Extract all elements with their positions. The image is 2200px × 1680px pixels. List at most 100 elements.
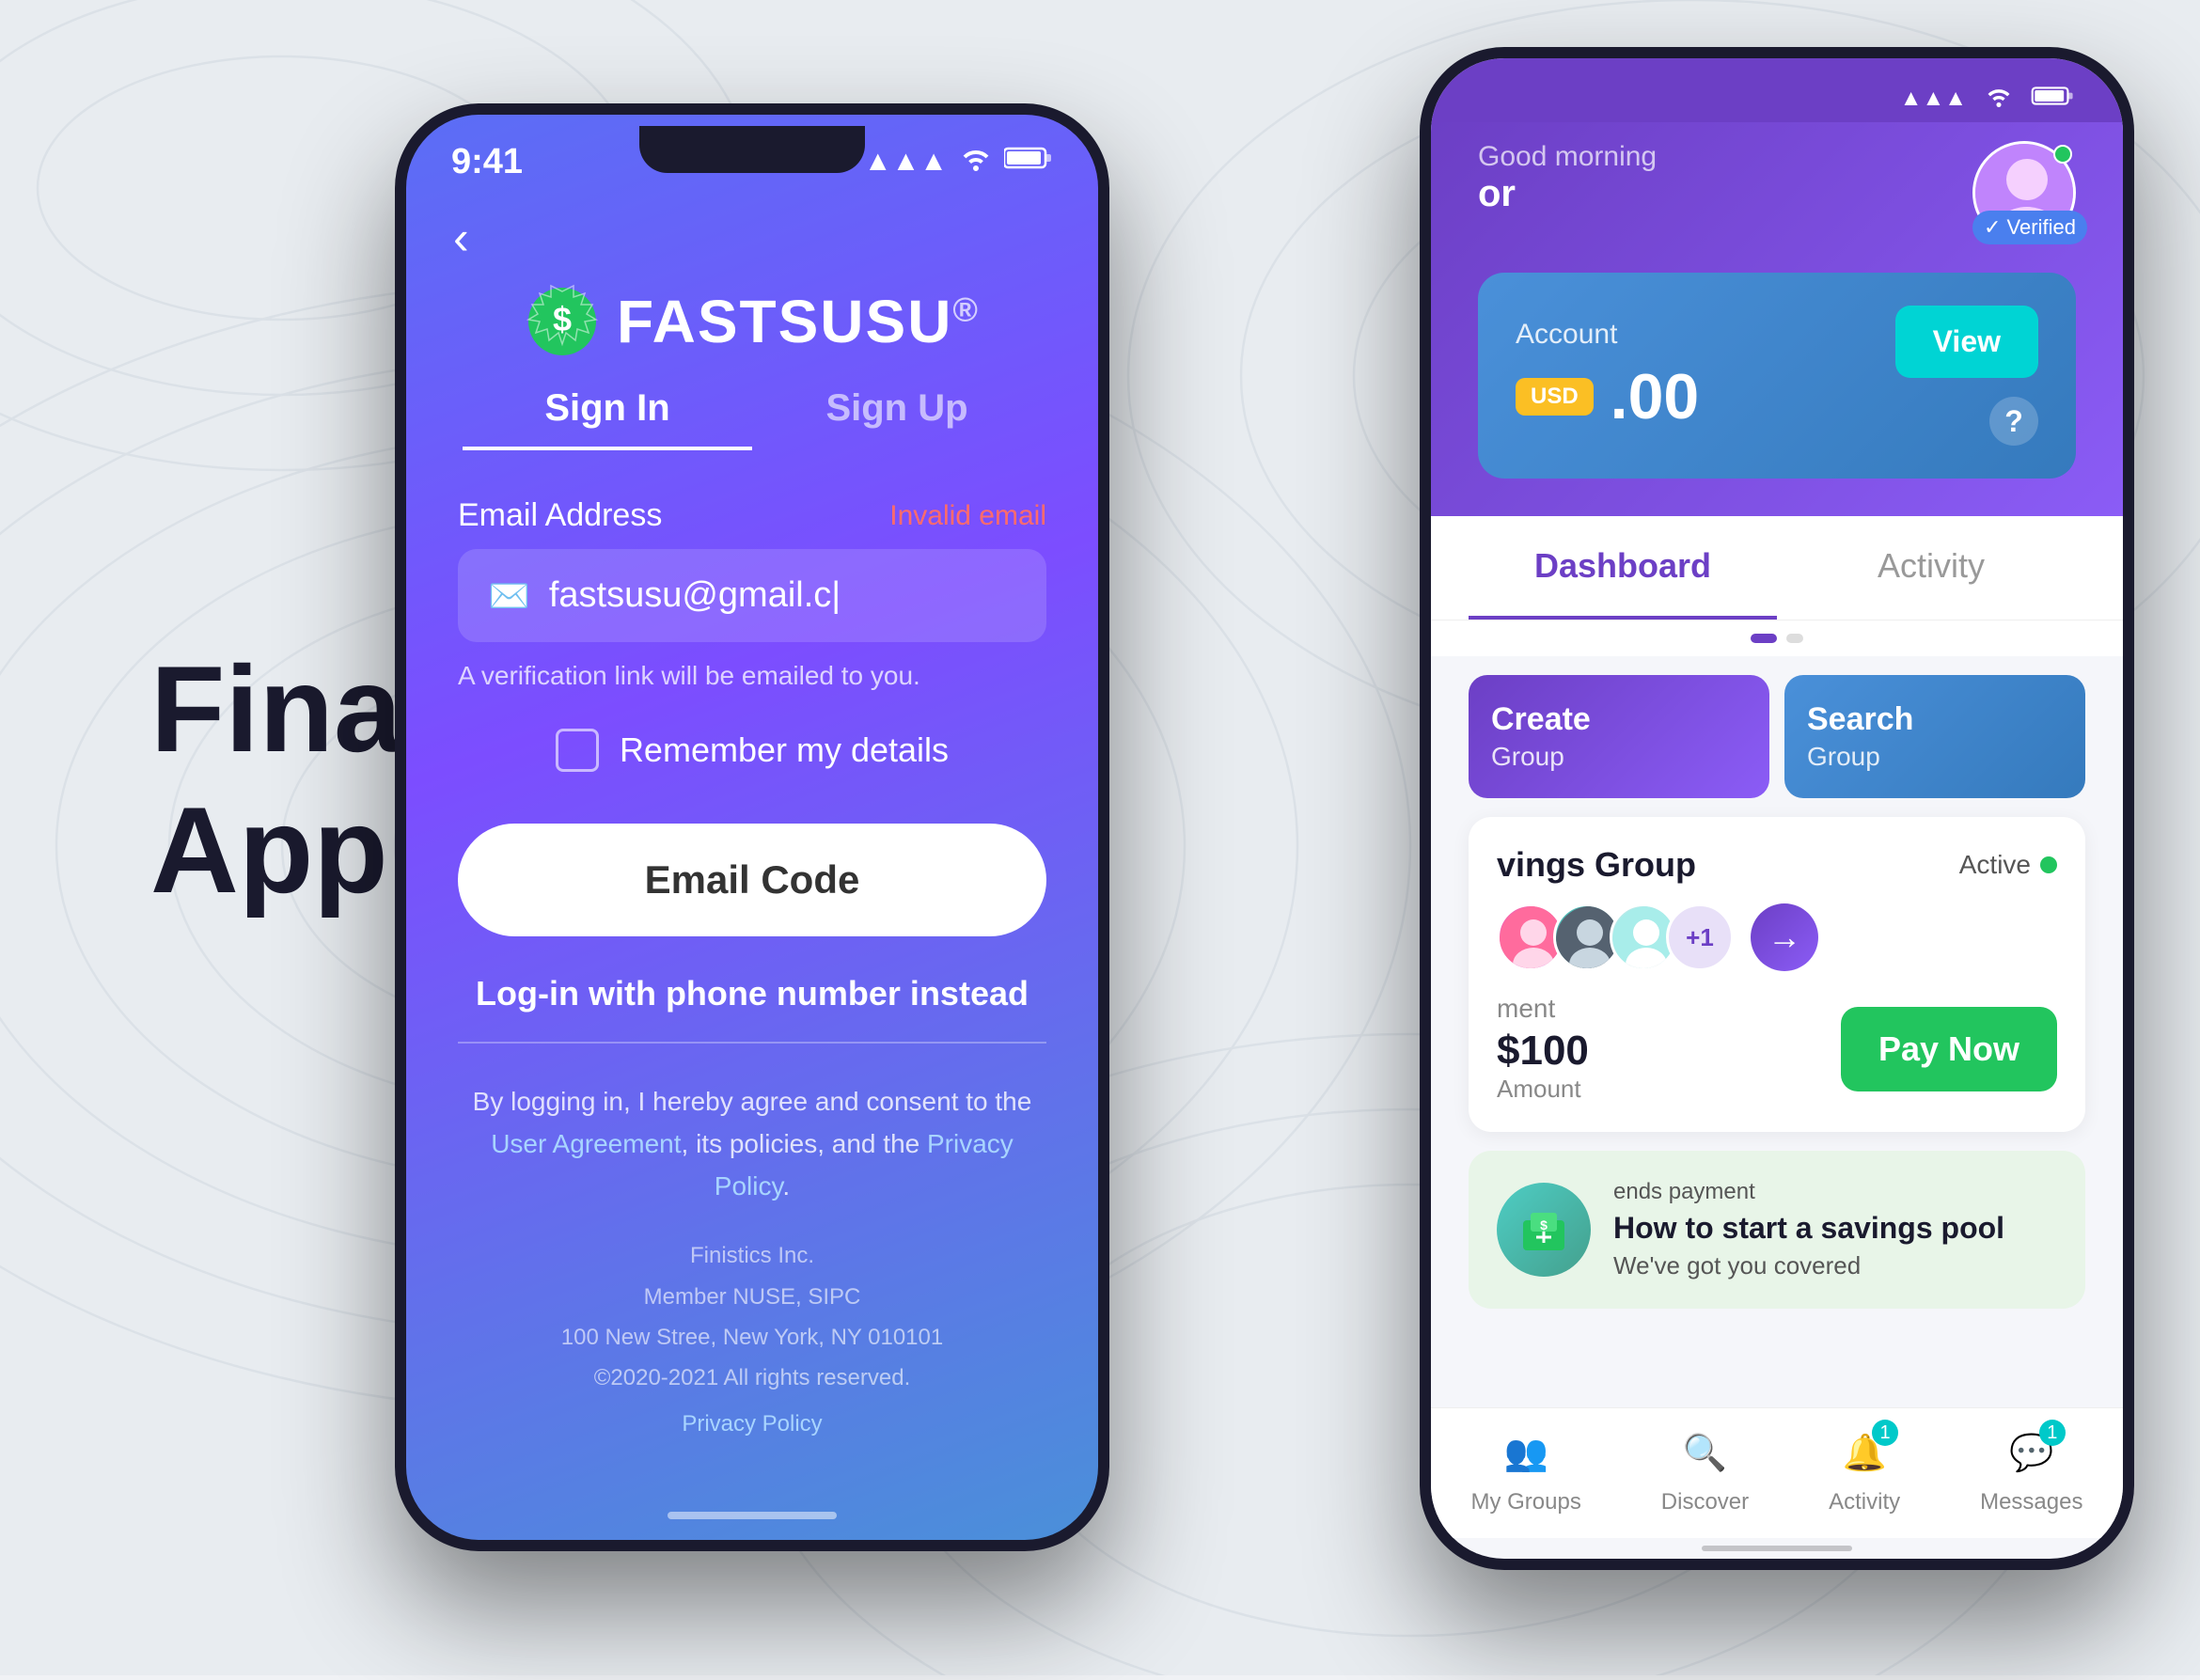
status-icons: ▲▲▲ [864, 145, 1053, 179]
nav-item-activity[interactable]: 🔔 1 Activity [1829, 1425, 1900, 1515]
phone1-screen: 9:41 ▲▲▲ [406, 115, 1098, 1540]
group-name: vings Group [1497, 845, 1696, 885]
promo-icon: $ [1497, 1183, 1591, 1277]
currency-badge: USD [1516, 378, 1594, 416]
tab-activity[interactable]: Activity [1777, 516, 2085, 620]
payment-info: ment $100 Amount [1497, 994, 1589, 1104]
create-group-button[interactable]: Create Group [1469, 675, 1769, 798]
balance-card-right: View ? [1895, 306, 2038, 446]
active-dot [2040, 856, 2057, 873]
email-input[interactable] [549, 575, 1016, 616]
dot-1 [1751, 634, 1777, 643]
balance-card: Account USD .00 View ? [1478, 273, 2076, 479]
group-arrow-button[interactable]: → [1751, 903, 1818, 971]
greeting: Good morning or [1478, 141, 1657, 215]
email-icon: ✉️ [488, 576, 530, 616]
payment-amount: $100 [1497, 1028, 1589, 1075]
promo-card: $ ends payment How to start a savings po… [1469, 1151, 2085, 1309]
home-indicator [668, 1512, 837, 1519]
home-indicator-2 [1702, 1546, 1852, 1551]
activity-badge: 1 [1872, 1420, 1898, 1446]
footer-info: Finistics Inc. Member NUSE, SIPC 100 New… [458, 1235, 1046, 1444]
my-groups-icon: 👥 [1498, 1425, 1554, 1482]
back-button[interactable]: ‹ [406, 182, 1098, 265]
battery-icon-2 [2031, 84, 2076, 114]
balance-amount: .00 [1611, 360, 1700, 433]
footer-privacy-link[interactable]: Privacy Policy [458, 1404, 1046, 1444]
group-card-header: vings Group Active [1497, 845, 2057, 885]
promo-content: ends payment How to start a savings pool… [1613, 1179, 2004, 1280]
wifi-icon [959, 145, 993, 179]
remember-label: Remember my details [620, 730, 949, 770]
search-label: Search [1807, 701, 2063, 738]
status-text: Active [1959, 850, 2031, 880]
amount-label: Amount [1497, 1075, 1589, 1104]
search-sub: Group [1807, 742, 2063, 772]
tab-dashboard[interactable]: Dashboard [1469, 516, 1777, 620]
promo-tag: ends payment [1613, 1179, 2004, 1205]
wifi-icon-2 [1984, 84, 2014, 114]
divider [458, 1042, 1046, 1044]
payment-label: ment [1497, 994, 1589, 1024]
dashboard-tabs: Dashboard Activity [1431, 516, 2123, 620]
account-label: Account [1516, 319, 1699, 351]
remember-checkbox[interactable] [556, 729, 599, 772]
promo-subtitle: We've got you covered [1613, 1251, 2004, 1280]
email-field-header: Email Address Invalid email [458, 497, 1046, 534]
messages-label: Messages [1980, 1489, 2082, 1515]
battery-icon [1004, 145, 1053, 179]
help-button[interactable]: ? [1989, 397, 2038, 446]
discover-icon: 🔍 [1676, 1425, 1733, 1482]
more-members-badge: +1 [1666, 903, 1734, 971]
phone2-screen: ▲▲▲ Good morni [1431, 58, 2123, 1559]
logo-area: $ FASTSUSU® [406, 265, 1098, 387]
online-indicator [2053, 145, 2072, 164]
discover-label: Discover [1661, 1489, 1749, 1515]
tab-sign-up[interactable]: Sign Up [752, 387, 1042, 450]
tab-dots [1431, 620, 2123, 656]
email-code-button[interactable]: Email Code [458, 824, 1046, 936]
username: or [1478, 173, 1657, 215]
verified-badge: Verified [1972, 211, 2087, 244]
create-label: Create [1491, 701, 1747, 738]
tab-sign-in[interactable]: Sign In [463, 387, 752, 450]
remember-row: Remember my details [458, 729, 1046, 772]
notch [639, 126, 865, 173]
activity-label: Activity [1829, 1489, 1900, 1515]
legal-text: By logging in, I hereby agree and consen… [458, 1081, 1046, 1207]
email-hint: A verification link will be emailed to y… [458, 661, 1046, 691]
status-time: 9:41 [451, 142, 523, 182]
email-error: Invalid email [889, 500, 1046, 532]
nav-item-my-groups[interactable]: 👥 My Groups [1470, 1425, 1580, 1515]
avatar-verified: Verified [1972, 141, 2076, 244]
savings-group-card: vings Group Active [1469, 817, 2085, 1132]
status-bar-2: ▲▲▲ [1431, 58, 2123, 122]
email-input-wrapper: ✉️ [458, 549, 1046, 642]
phone2-device: ▲▲▲ Good morni [1420, 47, 2134, 1570]
phone-login-link[interactable]: Log-in with phone number instead [458, 974, 1046, 1013]
balance-left: Account USD .00 [1516, 319, 1699, 433]
activity-icon: 🔔 1 [1836, 1425, 1893, 1482]
logo-text: FASTSUSU® [617, 287, 980, 356]
nav-item-messages[interactable]: 💬 1 Messages [1980, 1425, 2082, 1515]
header-row: Good morning or Ver [1478, 141, 2076, 244]
payment-row: ment $100 Amount Pay Now [1497, 994, 2057, 1104]
signal-icon-2: ▲▲▲ [1900, 86, 1967, 112]
phone1-device: 9:41 ▲▲▲ [395, 103, 1109, 1551]
members-row: +1 → [1497, 903, 2057, 971]
auth-tabs: Sign In Sign Up [406, 387, 1098, 450]
view-button[interactable]: View [1895, 306, 2038, 378]
messages-icon: 💬 1 [2004, 1425, 2060, 1482]
user-agreement-link[interactable]: User Agreement [491, 1129, 681, 1158]
svg-text:$: $ [1540, 1217, 1548, 1233]
signal-icon: ▲▲▲ [864, 146, 948, 178]
email-label: Email Address [458, 497, 662, 534]
pay-now-button[interactable]: Pay Now [1841, 1007, 2057, 1091]
nav-item-discover[interactable]: 🔍 Discover [1661, 1425, 1749, 1515]
search-group-button[interactable]: Search Group [1784, 675, 2085, 798]
promo-title: How to start a savings pool [1613, 1211, 2004, 1246]
my-groups-label: My Groups [1470, 1489, 1580, 1515]
bottom-nav: 👥 My Groups 🔍 Discover 🔔 1 Activity [1431, 1407, 2123, 1538]
phones-wrapper: 9:41 ▲▲▲ [395, 47, 2134, 1626]
active-badge: Active [1959, 850, 2057, 880]
